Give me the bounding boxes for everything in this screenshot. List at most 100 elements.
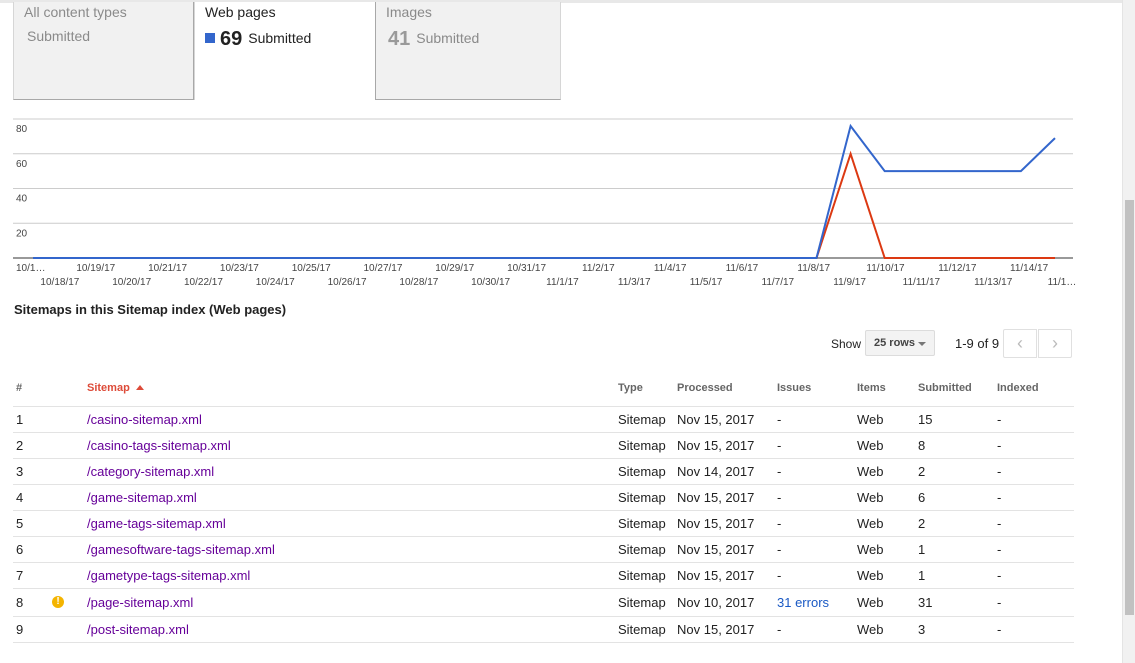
x-tick-label: 10/19/17 [76,263,115,274]
rows-per-page-select[interactable]: 25 rows [865,330,935,356]
next-page-button[interactable]: › [1038,329,1072,358]
issues-cell: - [777,568,782,583]
issues-cell[interactable]: 31 errors [777,595,829,610]
indexed-cell: - [997,412,1002,427]
indexed-cell: - [997,516,1002,531]
column-header-sitemap-label: Sitemap [87,382,130,394]
column-header-items[interactable]: Items [857,382,886,394]
indexed-cell: - [997,568,1002,583]
indexed-cell: - [997,622,1002,637]
submitted-count-cell: 2 [918,516,926,531]
x-tick-label: 11/5/17 [690,277,723,288]
row-divider [13,588,1074,589]
tab-summary: 69 Submitted [205,28,311,51]
type-cell: Sitemap [618,438,666,453]
items-cell: Web [857,568,884,583]
x-tick-label: 11/14/17 [1010,263,1049,274]
submitted-legend-swatch [205,33,215,43]
issues-cell: - [777,622,782,637]
y-tick-label: 80 [16,124,28,135]
submitted-count-cell: 1 [918,568,926,583]
chevron-down-icon [918,342,926,346]
warning-icon[interactable]: ! [52,596,64,608]
x-tick-label: 10/1… [16,263,45,274]
scrollbar-thumb[interactable] [1125,200,1134,615]
tab-web-pages[interactable]: Web pages 69 Submitted [194,2,376,100]
x-tick-label: 11/11/17 [903,277,941,288]
processed-date: Nov 15, 2017 [677,622,755,637]
column-header-type[interactable]: Type [618,382,643,394]
sitemap-link[interactable]: /page-sitemap.xml [87,595,193,610]
tab-title: Web pages [205,4,276,20]
x-tick-label: 10/22/17 [184,277,223,288]
processed-date: Nov 15, 2017 [677,568,755,583]
type-cell: Sitemap [618,568,666,583]
x-tick-label: 11/6/17 [726,263,759,274]
items-cell: Web [857,542,884,557]
tab-images[interactable]: Images 41 Submitted [375,2,561,100]
type-cell: Sitemap [618,412,666,427]
type-cell: Sitemap [618,516,666,531]
sitemap-link[interactable]: /gamesoftware-tags-sitemap.xml [87,542,275,557]
submitted-count-cell: 1 [918,542,926,557]
processed-date: Nov 15, 2017 [677,516,755,531]
items-cell: Web [857,622,884,637]
show-label: Show [831,337,862,351]
column-header-submitted[interactable]: Submitted [918,382,972,394]
tab-all-content-types[interactable]: All content types Submitted [13,2,194,100]
processed-date: Nov 15, 2017 [677,438,755,453]
column-header-number: # [16,382,23,394]
issues-cell: - [777,438,782,453]
x-tick-label: 11/8/17 [797,263,830,274]
submitted-count-cell: 6 [918,490,926,505]
items-cell: Web [857,490,884,505]
x-tick-label: 10/23/17 [220,263,259,274]
row-divider [13,536,1074,537]
processed-date: Nov 10, 2017 [677,595,755,610]
issues-cell: - [777,412,782,427]
indexed-cell: - [997,464,1002,479]
sitemap-link[interactable]: /casino-tags-sitemap.xml [87,438,231,453]
column-header-indexed[interactable]: Indexed [997,382,1039,394]
sitemap-link[interactable]: /gametype-tags-sitemap.xml [87,568,250,583]
y-tick-label: 40 [16,194,28,205]
row-divider [13,562,1074,563]
type-cell: Sitemap [618,622,666,637]
sitemap-link[interactable]: /category-sitemap.xml [87,464,214,479]
submitted-count: 69 [220,28,243,50]
row-divider [13,406,1074,407]
tab-summary: 41 Submitted [388,28,479,51]
items-cell: Web [857,516,884,531]
indexed-cell: - [997,595,1002,610]
row-number: 7 [16,568,24,583]
x-tick-label: 11/7/17 [762,277,795,288]
processed-date: Nov 15, 2017 [677,412,755,427]
issues-cell: - [777,542,782,557]
submitted-label: Submitted [248,30,312,46]
row-divider [13,458,1074,459]
x-tick-label: 10/24/17 [256,277,295,288]
row-divider [13,484,1074,485]
sitemap-link[interactable]: /casino-sitemap.xml [87,412,202,427]
x-tick-label: 10/29/17 [435,263,474,274]
sitemap-link[interactable]: /game-tags-sitemap.xml [87,516,226,531]
column-header-sitemap[interactable]: Sitemap [87,382,144,394]
submitted-count-cell: 15 [918,412,933,427]
submitted-count-cell: 8 [918,438,926,453]
column-header-processed[interactable]: Processed [677,382,733,394]
x-tick-label: 11/10/17 [866,263,905,274]
items-cell: Web [857,464,884,479]
vertical-scrollbar[interactable] [1122,0,1135,663]
row-number: 2 [16,438,24,453]
indexed-series-line [33,150,1055,259]
sitemap-link[interactable]: /post-sitemap.xml [87,622,189,637]
submitted-label: Submitted [416,30,480,46]
x-tick-label: 11/9/17 [833,277,866,288]
column-header-issues[interactable]: Issues [777,382,811,394]
sitemap-link[interactable]: /game-sitemap.xml [87,490,197,505]
x-tick-label: 10/31/17 [507,263,546,274]
x-tick-label: 10/26/17 [328,277,367,288]
previous-page-button[interactable]: ‹ [1003,329,1037,358]
rows-per-page-value: 25 rows [874,337,915,349]
indexed-cell: - [997,542,1002,557]
